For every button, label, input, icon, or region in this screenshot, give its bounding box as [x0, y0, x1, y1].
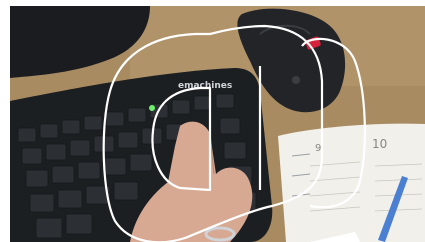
- planner-day-nine: 9: [315, 143, 321, 154]
- power-led: [149, 105, 155, 111]
- planner-day-ten: 10: [372, 137, 387, 151]
- scene-drawing: emachines 9 10: [10, 6, 425, 242]
- planner-notebook: [278, 123, 425, 242]
- photo-scene: emachines 9 10: [10, 6, 425, 242]
